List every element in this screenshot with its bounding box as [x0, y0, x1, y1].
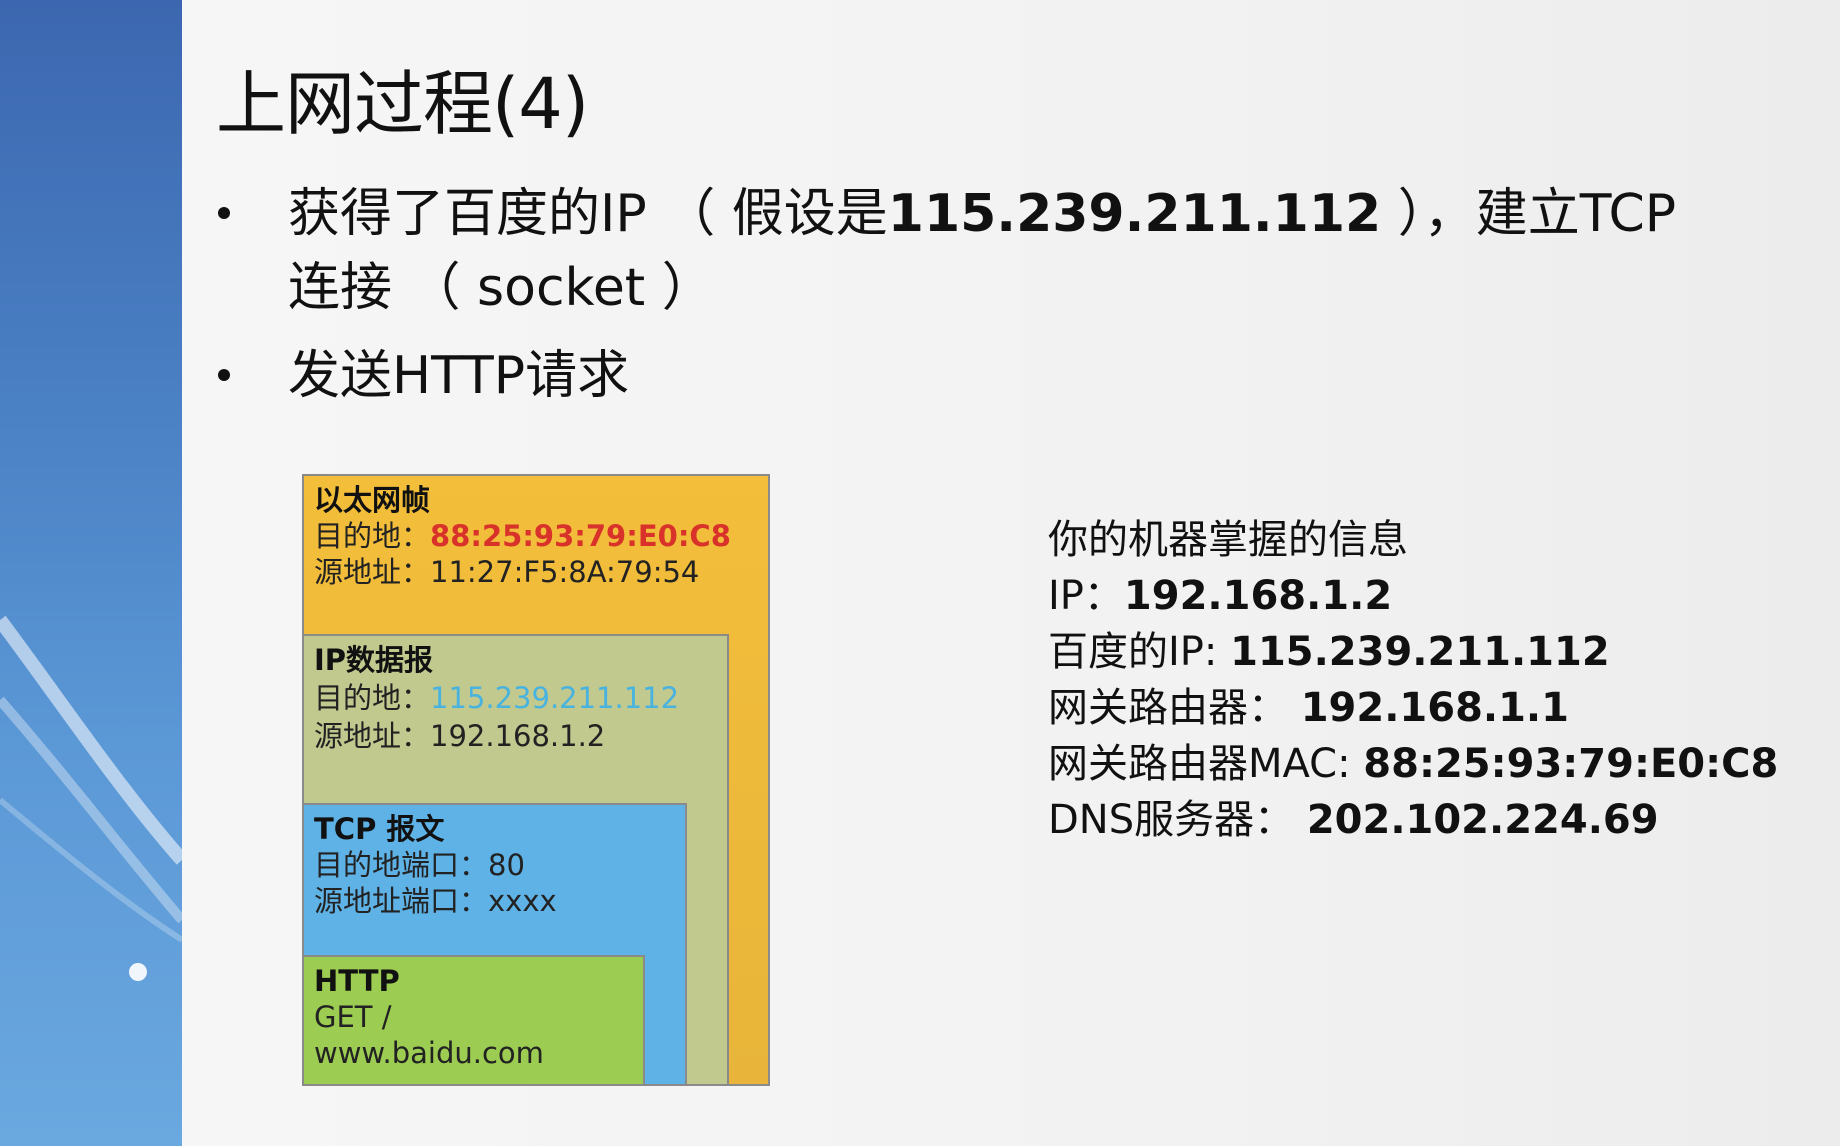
slide-side-decoration [0, 0, 182, 1146]
bullet-dot [218, 207, 230, 219]
http-request-line: GET / [314, 1000, 392, 1034]
tcp-src-port: 源地址端口：xxxx [314, 884, 557, 918]
info-heading: 你的机器掌握的信息 [1048, 517, 1408, 563]
http-host: www.baidu.com [314, 1036, 544, 1070]
info-row-dns: DNS服务器： 202.102.224.69 [1048, 797, 1659, 843]
ethernet-dest: 目的地：88:25:93:79:E0:C8 [314, 519, 731, 553]
info-row-gateway-mac: 网关路由器MAC: 88:25:93:79:E0:C8 [1048, 741, 1779, 787]
ip-src: 源地址：192.168.1.2 [314, 719, 606, 753]
slide-title: 上网过程(4) [216, 63, 589, 145]
slide-content: 上网过程(4) 获得了百度的IP （ 假设是115.239.211.112 ），… [182, 0, 1840, 1146]
bullet-dot [218, 369, 230, 381]
ethernet-frame-title: 以太网帧 [314, 483, 431, 517]
ip-dest: 目的地：115.239.211.112 [314, 681, 680, 715]
ethernet-src: 源地址：11:27:F5:8A:79:54 [314, 555, 700, 589]
bullet-2-text: 发送HTTP请求 [288, 346, 630, 406]
info-row-gateway: 网关路由器： 192.168.1.1 [1048, 685, 1569, 731]
info-row-baidu-ip: 百度的IP: 115.239.211.112 [1048, 629, 1610, 675]
swoosh-decoration [0, 615, 182, 981]
ip-datagram-title: IP数据报 [314, 643, 434, 677]
http-title: HTTP [314, 964, 400, 998]
bullet-1-line-1: 获得了百度的IP （ 假设是115.239.211.112 ），建立TCP [288, 184, 1677, 244]
tcp-dest-port: 目的地端口：80 [314, 848, 525, 882]
bullet-1-line-2: 连接 （ socket ） [288, 258, 714, 318]
http-message-box: HTTP GET / www.baidu.com [302, 955, 645, 1086]
tcp-segment-title: TCP 报文 [314, 812, 445, 846]
info-row-ip: IP：192.168.1.2 [1048, 573, 1393, 619]
